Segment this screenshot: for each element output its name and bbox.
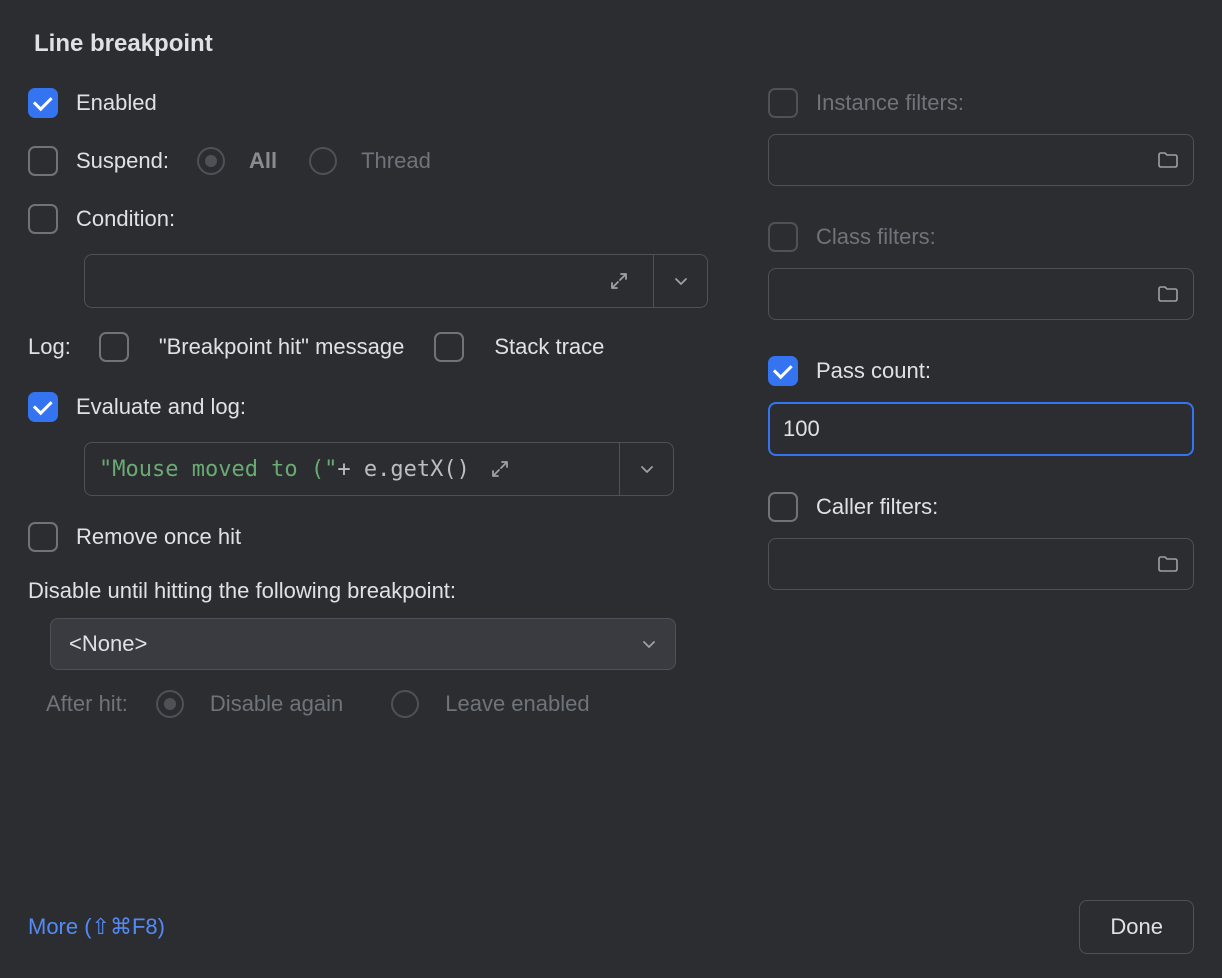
dialog-title: Line breakpoint [34, 30, 1194, 58]
evaluate-expr-string: "Mouse moved to (" [99, 457, 337, 482]
enabled-label: Enabled [76, 90, 157, 116]
more-link[interactable]: More (⇧⌘F8) [28, 914, 165, 940]
instance-filters-input[interactable] [768, 134, 1194, 186]
condition-input[interactable] [84, 254, 654, 308]
class-filters-checkbox[interactable] [768, 222, 798, 252]
caller-filters-label: Caller filters: [816, 494, 938, 520]
after-hit-label: After hit: [46, 691, 128, 717]
after-hit-leave-radio [391, 690, 419, 718]
expand-icon[interactable] [599, 261, 639, 301]
suspend-thread-label: Thread [361, 148, 431, 174]
after-hit-disable-label: Disable again [210, 691, 343, 717]
evaluate-history-dropdown[interactable] [620, 442, 674, 496]
condition-history-dropdown[interactable] [654, 254, 708, 308]
chevron-down-icon [641, 636, 657, 652]
evaluate-input[interactable]: "Mouse moved to (" + e.getX() [84, 442, 620, 496]
evaluate-checkbox[interactable] [28, 392, 58, 422]
pass-count-value: 100 [783, 416, 820, 442]
condition-checkbox[interactable] [28, 204, 58, 234]
instance-filters-label: Instance filters: [816, 90, 964, 116]
log-label: Log: [28, 334, 71, 360]
pass-count-checkbox[interactable] [768, 356, 798, 386]
disable-until-value: <None> [69, 631, 147, 657]
suspend-checkbox[interactable] [28, 146, 58, 176]
log-stack-checkbox[interactable] [434, 332, 464, 362]
after-hit-disable-radio [156, 690, 184, 718]
expand-icon[interactable] [480, 449, 520, 489]
disable-until-label: Disable until hitting the following brea… [28, 578, 708, 604]
suspend-all-label: All [249, 148, 277, 174]
done-button[interactable]: Done [1079, 900, 1194, 954]
suspend-all-radio [197, 147, 225, 175]
suspend-label: Suspend: [76, 148, 169, 174]
disable-until-select[interactable]: <None> [50, 618, 676, 670]
folder-icon[interactable] [1157, 149, 1179, 171]
condition-label: Condition: [76, 206, 175, 232]
log-stack-label: Stack trace [494, 334, 604, 360]
instance-filters-checkbox[interactable] [768, 88, 798, 118]
caller-filters-checkbox[interactable] [768, 492, 798, 522]
class-filters-input[interactable] [768, 268, 1194, 320]
suspend-thread-radio [309, 147, 337, 175]
evaluate-label: Evaluate and log: [76, 394, 246, 420]
folder-icon[interactable] [1157, 553, 1179, 575]
remove-once-checkbox[interactable] [28, 522, 58, 552]
class-filters-label: Class filters: [816, 224, 936, 250]
evaluate-expr-rest: + e.getX() [337, 457, 469, 482]
pass-count-input[interactable]: 100 [768, 402, 1194, 456]
remove-once-label: Remove once hit [76, 524, 241, 550]
after-hit-leave-label: Leave enabled [445, 691, 589, 717]
caller-filters-input[interactable] [768, 538, 1194, 590]
log-bp-hit-checkbox[interactable] [99, 332, 129, 362]
log-bp-hit-label: "Breakpoint hit" message [159, 334, 405, 360]
pass-count-label: Pass count: [816, 358, 931, 384]
enabled-checkbox[interactable] [28, 88, 58, 118]
folder-icon[interactable] [1157, 283, 1179, 305]
